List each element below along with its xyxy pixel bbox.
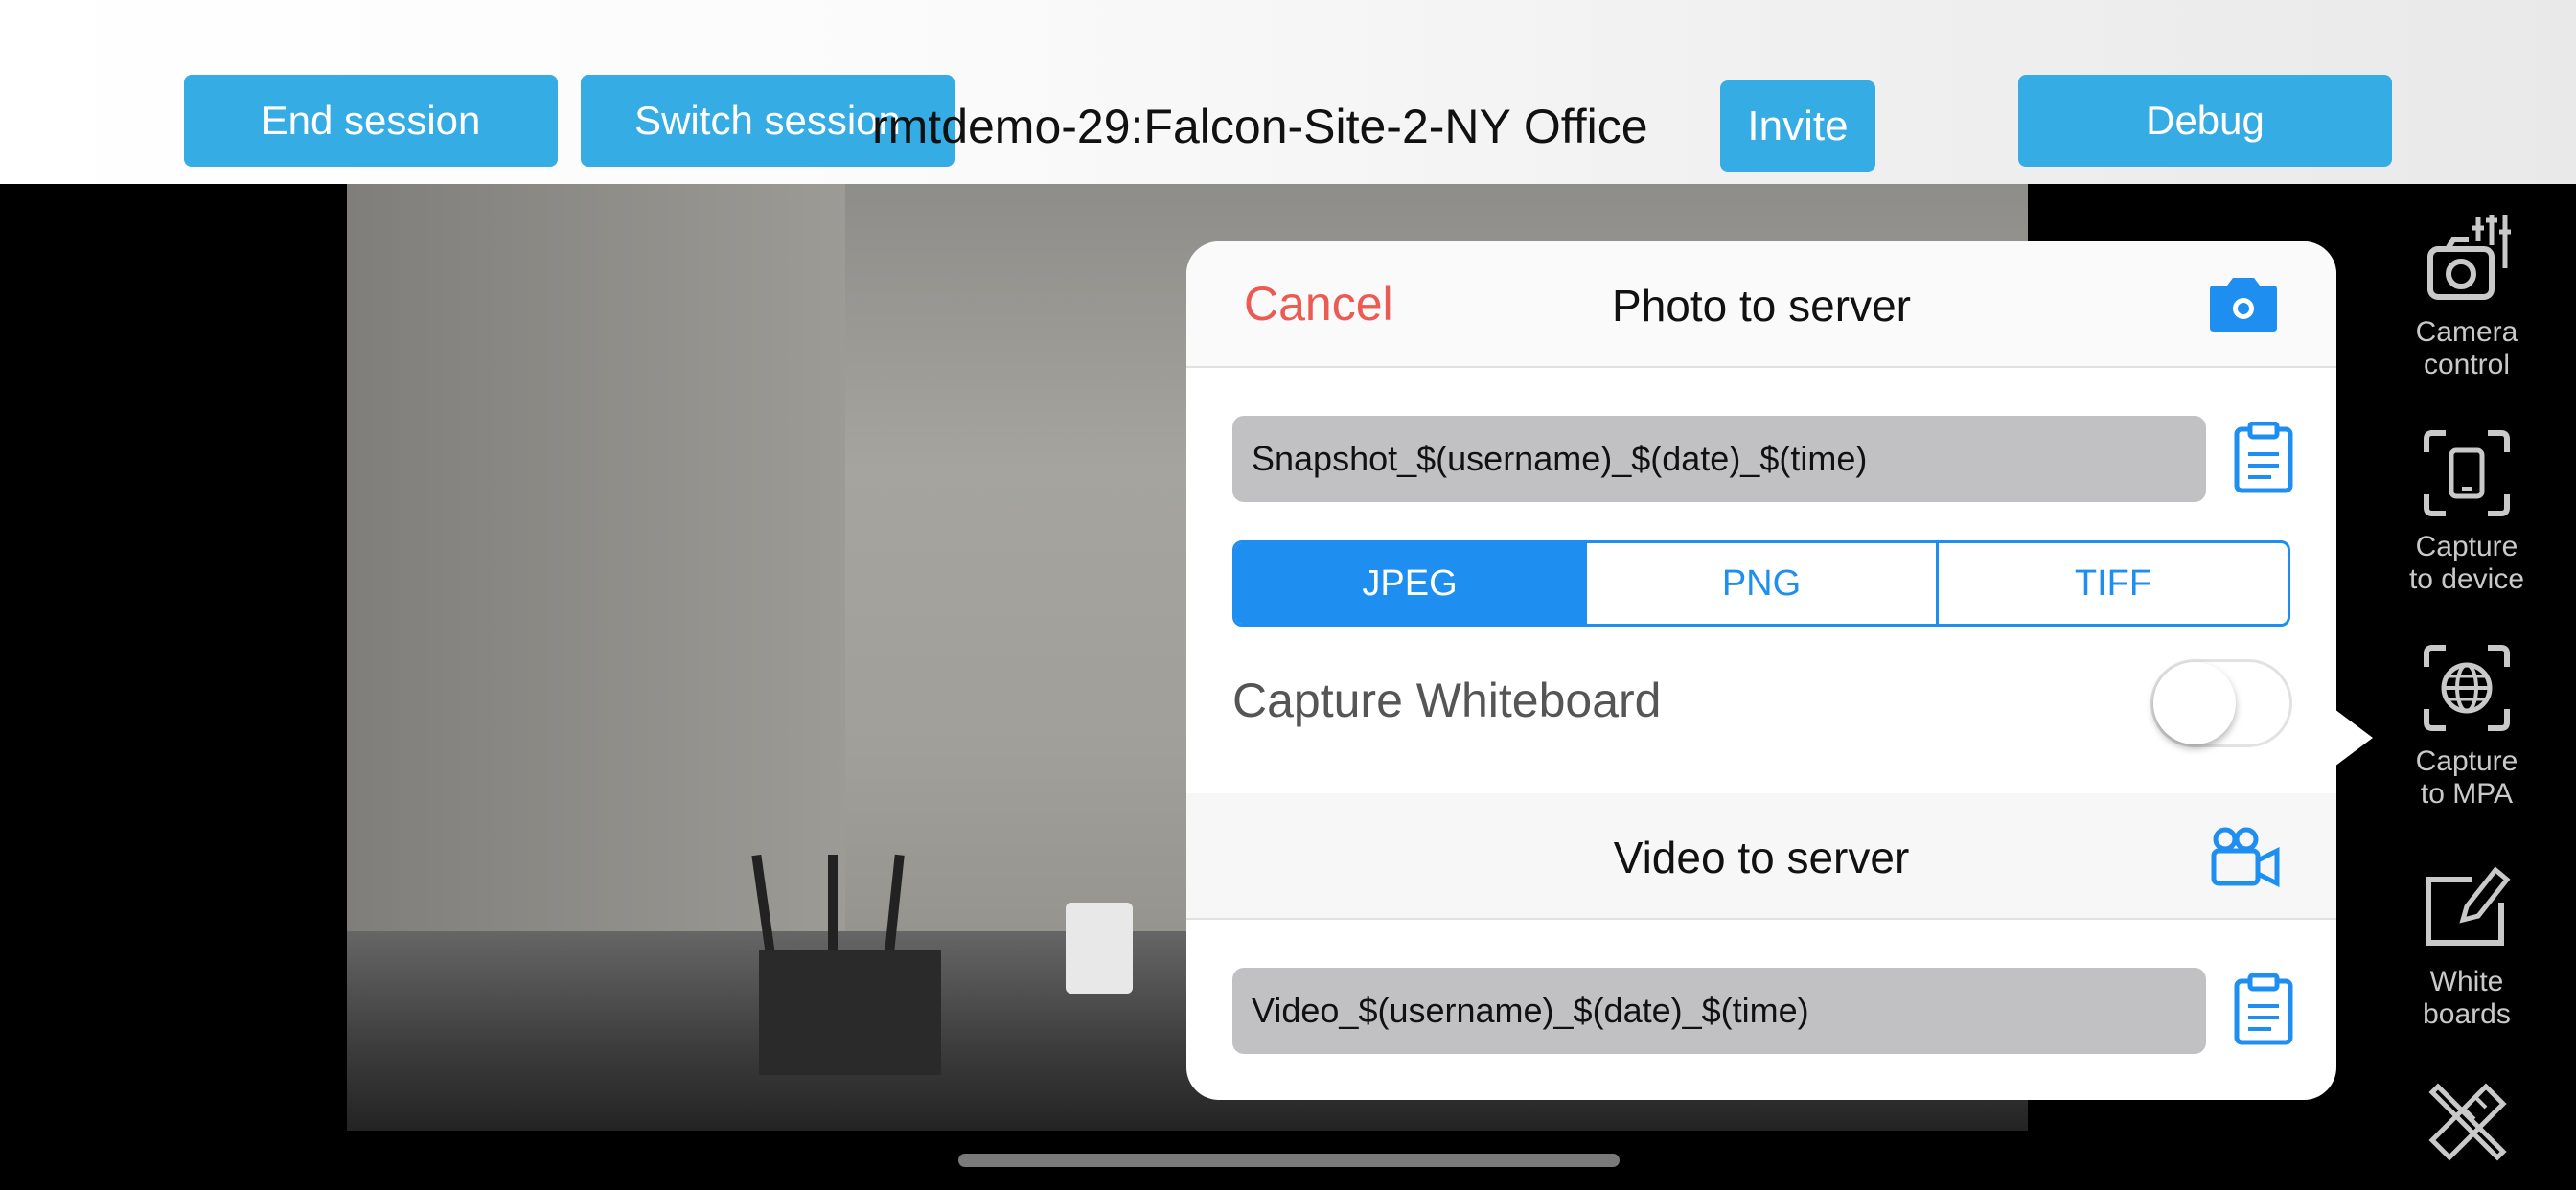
video-camera-object	[1066, 903, 1133, 994]
video-router	[759, 950, 941, 1075]
capture-device-icon	[2424, 430, 2510, 516]
photo-paste-button[interactable]	[2233, 421, 2294, 499]
capture-to-device-button[interactable]: Capture to device	[2358, 425, 2576, 596]
capture-to-device-label: to device	[2408, 563, 2525, 595]
capture-to-mpa-label: to MPA	[2420, 778, 2514, 810]
tools-icon	[2428, 1083, 2507, 1161]
camera-control-label: control	[2423, 349, 2511, 380]
right-toolbar: Camera control Capture to device Capture…	[2358, 184, 2576, 1190]
clipboard-icon	[2234, 421, 2293, 493]
format-png-segment[interactable]: PNG	[1587, 543, 1939, 624]
tools-button[interactable]	[2358, 1073, 2576, 1179]
photo-filename-field[interactable]: Snapshot_$(username)_$(date)_$(time)	[1232, 416, 2206, 502]
video-antenna	[828, 855, 838, 960]
clipboard-icon	[2234, 973, 2293, 1045]
camera-control-button[interactable]: Camera control	[2358, 211, 2576, 381]
capture-popover: Cancel Photo to server Snapshot_$(userna…	[1186, 241, 2336, 1100]
format-tiff-segment[interactable]: TIFF	[1939, 543, 2288, 624]
format-segmented-control: JPEG PNG TIFF	[1232, 540, 2290, 627]
photo-header: Cancel Photo to server	[1186, 241, 2336, 368]
photo-title: Photo to server	[1612, 281, 1911, 331]
video-filename-field[interactable]: Video_$(username)_$(date)_$(time)	[1232, 968, 2206, 1054]
debug-button[interactable]: Debug	[2018, 75, 2392, 167]
capture-mpa-icon	[2424, 645, 2510, 731]
capture-to-mpa-label: Capture	[2415, 745, 2518, 777]
capture-whiteboard-toggle[interactable]	[2150, 659, 2292, 747]
video-header: Video to server	[1186, 793, 2336, 920]
capture-whiteboard-label: Capture Whiteboard	[1232, 674, 1662, 727]
whiteboard-icon	[2426, 866, 2511, 946]
whiteboards-label: White	[2429, 966, 2504, 997]
video-title: Video to server	[1613, 833, 1910, 882]
popover-pointer	[2334, 709, 2373, 767]
capture-to-device-label: Capture	[2415, 531, 2518, 562]
session-title: rmtdemo-29:Falcon-Site-2-NY Office	[872, 100, 1648, 153]
take-photo-button[interactable]	[2206, 276, 2281, 338]
whiteboards-label: boards	[2423, 998, 2511, 1030]
camera-control-icon	[2427, 215, 2511, 300]
toggle-knob	[2153, 662, 2236, 744]
whiteboards-button[interactable]: White boards	[2358, 860, 2576, 1031]
capture-to-mpa-button[interactable]: Capture to MPA	[2358, 640, 2576, 811]
end-session-button[interactable]: End session	[184, 75, 558, 167]
home-indicator[interactable]	[958, 1154, 1620, 1167]
invite-button[interactable]: Invite	[1720, 80, 1875, 172]
video-camera-icon	[2211, 827, 2280, 888]
camera-icon	[2210, 278, 2277, 332]
camera-control-label: Camera	[2415, 316, 2518, 348]
format-jpeg-segment[interactable]: JPEG	[1235, 543, 1587, 624]
video-paste-button[interactable]	[2233, 973, 2294, 1051]
record-video-button[interactable]	[2210, 826, 2281, 892]
